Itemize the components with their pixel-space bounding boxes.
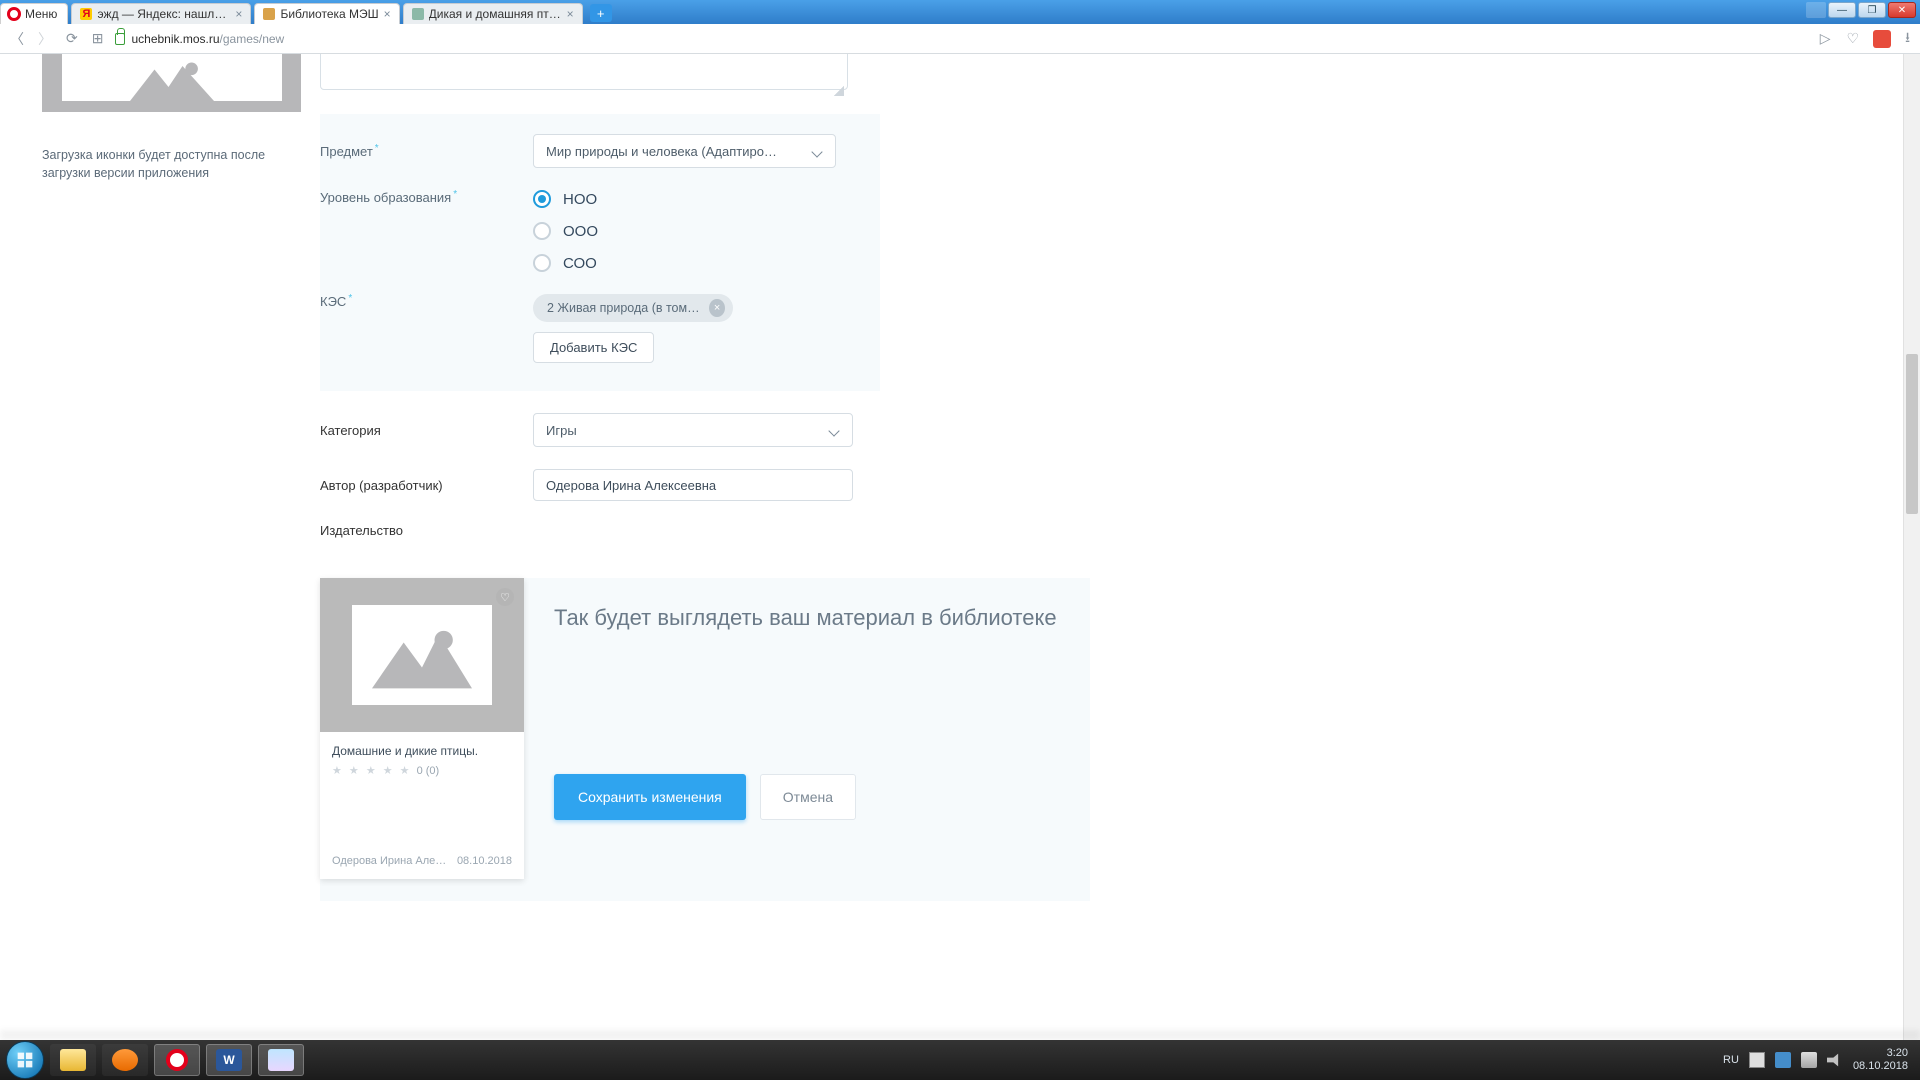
description-textarea[interactable] bbox=[320, 54, 848, 90]
kes-chip-label: 2 Живая природа (в том чис… bbox=[547, 301, 701, 315]
education-level-label: Уровень образования bbox=[320, 190, 533, 205]
icon-upload-placeholder[interactable] bbox=[42, 54, 301, 112]
publisher-row: Издательство bbox=[320, 523, 880, 538]
favorite-icon[interactable]: ♡ bbox=[496, 588, 514, 606]
minimize-button[interactable]: — bbox=[1828, 2, 1856, 18]
tab-mesh-library[interactable]: Библиотека МЭШ × bbox=[254, 3, 399, 24]
close-icon[interactable]: × bbox=[384, 7, 391, 21]
opera-menu-button[interactable]: Меню bbox=[0, 3, 68, 24]
card-author: Одерова Ирина Але… bbox=[332, 855, 446, 867]
mesh-favicon bbox=[263, 8, 275, 20]
tab-label: Дикая и домашняя птица bbox=[429, 7, 562, 21]
taskbar-explorer[interactable] bbox=[50, 1044, 96, 1076]
speed-dial-button[interactable]: ⊞ bbox=[90, 30, 106, 47]
scroll-thumb[interactable] bbox=[1906, 354, 1918, 514]
url-text: uchebnik.mos.ru/games/new bbox=[131, 32, 284, 46]
subject-select[interactable]: Мир природы и человека (Адаптиро… bbox=[533, 134, 836, 168]
close-icon[interactable]: × bbox=[235, 7, 242, 21]
tray-time: 3:20 bbox=[1853, 1047, 1908, 1060]
subject-label: Предмет bbox=[320, 144, 533, 159]
tray-clock[interactable]: 3:20 08.10.2018 bbox=[1853, 1047, 1908, 1073]
material-card[interactable]: ♡ Домашние и дикие птицы. ★ ★ ★ ★ ★ 0 (0… bbox=[320, 578, 524, 879]
tray-action-center-icon[interactable] bbox=[1775, 1052, 1791, 1068]
cancel-button[interactable]: Отмена bbox=[760, 774, 856, 820]
author-input[interactable] bbox=[533, 469, 853, 501]
tab-label: Библиотека МЭШ bbox=[280, 7, 378, 21]
chip-remove-icon[interactable]: × bbox=[709, 299, 725, 317]
tab-birds[interactable]: Дикая и домашняя птица × bbox=[403, 3, 583, 24]
back-button[interactable]: 〈 bbox=[8, 29, 26, 49]
form-panel: Предмет Мир природы и человека (Адаптиро… bbox=[320, 114, 880, 391]
category-value: Игры bbox=[546, 423, 577, 438]
page-viewport: Загрузка иконки будет доступна после заг… bbox=[0, 54, 1920, 1040]
level-noo-radio[interactable]: НОО bbox=[533, 190, 598, 208]
window-titlebar: Меню Я эжд — Яндекс: нашлось × Библиотек… bbox=[0, 0, 1920, 24]
tray-volume-icon[interactable] bbox=[1827, 1052, 1843, 1068]
add-kes-button[interactable]: Добавить КЭС bbox=[533, 332, 654, 363]
download-icon[interactable]: ⭳ bbox=[1903, 27, 1912, 51]
reload-button[interactable]: ⟳ bbox=[64, 30, 80, 47]
vertical-scrollbar[interactable] bbox=[1903, 54, 1920, 1040]
taskbar-opera[interactable] bbox=[154, 1044, 200, 1076]
forward-button[interactable]: 〉 bbox=[36, 29, 54, 49]
chevron-down-icon bbox=[830, 427, 840, 437]
window-tool-icon[interactable] bbox=[1806, 2, 1826, 18]
address-bar[interactable]: uchebnik.mos.ru/games/new bbox=[115, 32, 284, 46]
preview-heading: Так будет выглядеть ваш материал в библи… bbox=[554, 602, 1090, 634]
publisher-label: Издательство bbox=[320, 523, 533, 538]
system-tray: RU 3:20 08.10.2018 bbox=[1723, 1047, 1914, 1073]
subject-value: Мир природы и человека (Адаптиро… bbox=[546, 144, 777, 159]
tray-flag-icon[interactable] bbox=[1749, 1052, 1765, 1068]
card-thumbnail: ♡ bbox=[320, 578, 524, 732]
level-ooo-radio[interactable]: ООО bbox=[533, 222, 598, 240]
yandex-favicon: Я bbox=[80, 8, 92, 20]
chevron-down-icon bbox=[813, 148, 823, 158]
opera-icon bbox=[7, 7, 21, 21]
education-level-group: НОО ООО СОО bbox=[533, 190, 598, 272]
category-label: Категория bbox=[320, 423, 533, 438]
tray-language[interactable]: RU bbox=[1723, 1054, 1739, 1066]
lock-icon bbox=[115, 33, 125, 45]
send-icon[interactable]: ▷ bbox=[1818, 30, 1833, 47]
save-button[interactable]: Сохранить изменения bbox=[554, 774, 746, 820]
menu-label: Меню bbox=[25, 7, 57, 21]
card-title: Домашние и дикие птицы. bbox=[332, 744, 512, 758]
extension-icon[interactable] bbox=[1873, 30, 1891, 48]
kes-chip: 2 Живая природа (в том чис… × bbox=[533, 294, 733, 322]
taskbar-paint[interactable] bbox=[258, 1044, 304, 1076]
tab-label: эжд — Яндекс: нашлось bbox=[97, 7, 230, 21]
resize-grip-icon[interactable] bbox=[834, 86, 844, 96]
card-rating: ★ ★ ★ ★ ★ 0 (0) bbox=[332, 764, 512, 777]
windows-taskbar: W RU 3:20 08.10.2018 bbox=[0, 1040, 1920, 1080]
page-favicon bbox=[412, 8, 424, 20]
card-date: 08.10.2018 bbox=[457, 855, 512, 867]
tab-yandex[interactable]: Я эжд — Яндекс: нашлось × bbox=[71, 3, 251, 24]
category-select[interactable]: Игры bbox=[533, 413, 853, 447]
preview-panel: ♡ Домашние и дикие птицы. ★ ★ ★ ★ ★ 0 (0… bbox=[320, 578, 1090, 901]
icon-upload-note: Загрузка иконки будет доступна после заг… bbox=[42, 146, 292, 182]
maximize-button[interactable]: ❐ bbox=[1858, 2, 1886, 18]
tray-date: 08.10.2018 bbox=[1853, 1060, 1908, 1073]
heart-icon[interactable]: ♡ bbox=[1845, 30, 1862, 47]
category-row: Категория Игры bbox=[320, 413, 880, 447]
author-label: Автор (разработчик) bbox=[320, 478, 533, 493]
author-row: Автор (разработчик) bbox=[320, 469, 880, 501]
start-button[interactable] bbox=[6, 1041, 44, 1079]
new-tab-button[interactable]: + bbox=[590, 4, 612, 22]
close-window-button[interactable]: ✕ bbox=[1888, 2, 1916, 18]
kes-label: КЭС bbox=[320, 294, 533, 309]
browser-navbar: 〈 〉 ⟳ ⊞ uchebnik.mos.ru/games/new ▷ ♡ ⭳ bbox=[0, 24, 1920, 54]
tray-network-icon[interactable] bbox=[1801, 1052, 1817, 1068]
taskbar-shadow bbox=[0, 1030, 1920, 1040]
taskbar-media-player[interactable] bbox=[102, 1044, 148, 1076]
level-soo-radio[interactable]: СОО bbox=[533, 254, 598, 272]
close-icon[interactable]: × bbox=[567, 7, 574, 21]
taskbar-word[interactable]: W bbox=[206, 1044, 252, 1076]
